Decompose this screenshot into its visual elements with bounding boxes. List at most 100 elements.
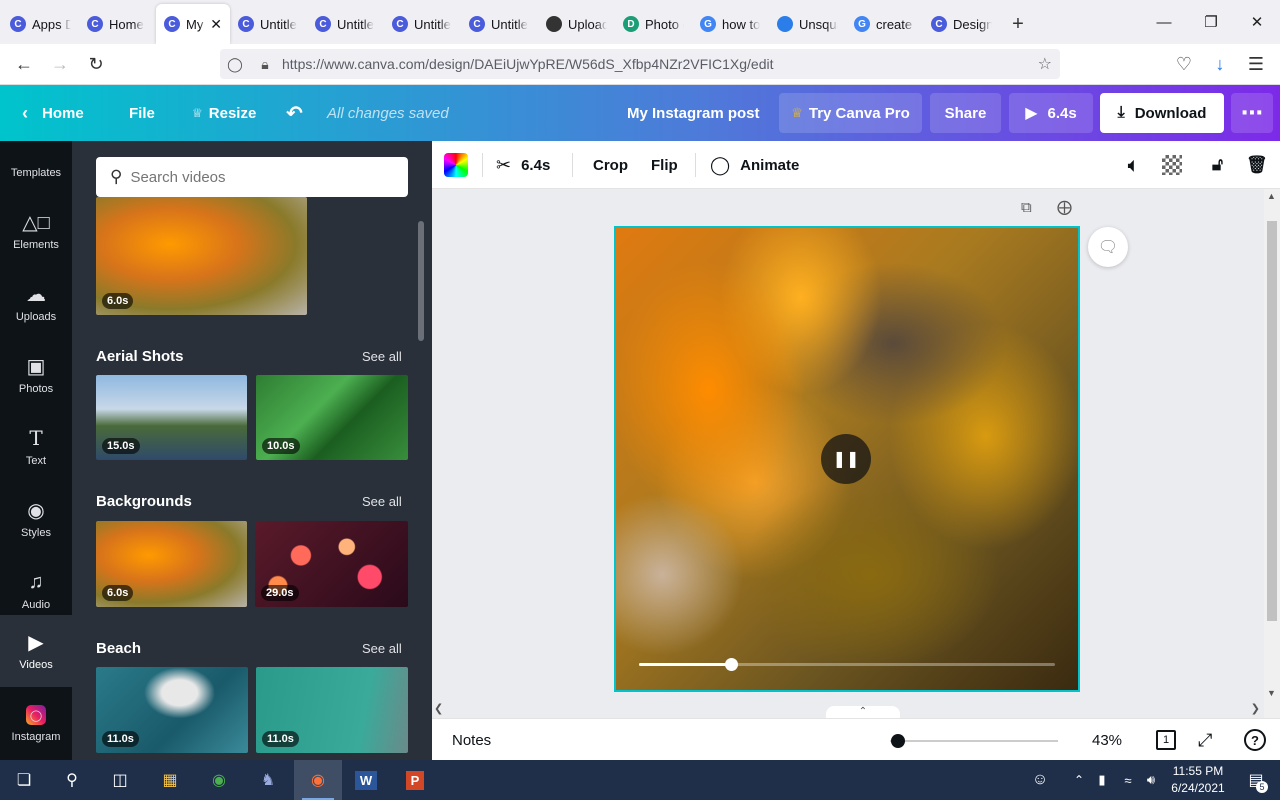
design-title[interactable]: My Instagram post [627,85,760,141]
scroll-left-icon[interactable]: ❮ [434,702,443,715]
download-button[interactable]: ⤓ Download [1100,93,1224,133]
windows-start-icon[interactable]: ❏ [0,760,48,800]
wifi-icon[interactable]: ≈ [1116,760,1140,800]
zoom-slider[interactable] [890,734,1058,748]
animate-button[interactable]: ◯ Animate [710,141,799,189]
file-menu-button[interactable]: File [129,85,155,141]
page-count-button[interactable]: 1 [1156,719,1176,761]
trash-icon[interactable]: 🗑︎ [1246,141,1268,189]
close-tab-icon[interactable]: ✕ [210,16,222,33]
menu-icon[interactable]: ☰ [1238,48,1274,80]
trim-button[interactable]: ✂ 6.4s [496,141,550,189]
file-explorer-icon[interactable]: ▦ [146,760,194,800]
undo-icon[interactable]: ↶ [286,85,303,141]
bookmark-star-icon[interactable]: ☆ [1038,54,1052,74]
scroll-thumb[interactable] [1267,221,1277,621]
see-all-beach[interactable]: See all [362,641,402,656]
downloads-icon[interactable]: ↓ [1202,48,1238,80]
play-button[interactable]: ▶ 6.4s [1009,93,1093,133]
zoom-slider-handle[interactable] [891,734,906,748]
chrome-icon[interactable]: ◉ [195,760,243,800]
browser-tab[interactable]: C Untitle [461,4,538,44]
search-icon[interactable]: ⚲ [48,760,96,800]
lock-icon[interactable]: 🔒︎ [250,56,280,73]
notes-button[interactable]: Notes [452,719,491,761]
browser-tab[interactable]: Upload [538,4,615,44]
rail-item-videos[interactable]: ▶ Videos [0,615,72,687]
add-page-icon[interactable]: ⨁ [1057,198,1072,216]
video-thumbnail[interactable]: 6.0s [96,521,247,607]
rail-item-elements[interactable]: △□ Elements [0,195,72,267]
color-button[interactable] [444,141,468,189]
lock-icon[interactable]: 🔓︎ [1212,141,1223,189]
search-input[interactable] [130,168,391,186]
browser-tab[interactable]: C Apps D [2,4,79,44]
powerpoint-icon[interactable]: P [391,760,439,800]
video-thumbnail[interactable]: 11.0s [96,667,248,753]
browser-tab[interactable]: C Design [923,4,1000,44]
video-thumbnail[interactable]: 15.0s [96,375,247,460]
duplicate-page-icon[interactable]: ⧉ [1021,199,1032,216]
browser-tab[interactable]: Ghow to [692,4,769,44]
scroll-right-icon[interactable]: ❯ [1251,702,1260,715]
video-thumbnail[interactable]: 29.0s [255,521,408,607]
browser-tab[interactable]: C Untitle [307,4,384,44]
people-icon[interactable]: ☺ [1020,760,1060,800]
video-progress-handle[interactable] [724,658,738,671]
transparency-icon[interactable] [1162,141,1182,189]
close-window-button[interactable]: ✕ [1234,0,1280,44]
minimize-button[interactable]: — [1141,0,1187,44]
word-icon[interactable]: W [342,760,390,800]
video-thumbnail[interactable]: 11.0s [256,667,408,753]
task-view-icon[interactable]: ◫ [96,760,144,800]
browser-tab[interactable]: C Home [79,4,156,44]
zoom-level[interactable]: 43% [1092,719,1122,761]
forward-icon[interactable]: → [42,48,78,80]
volume-icon[interactable]: 🔈︎ [1128,141,1139,189]
video-thumbnail[interactable]: 6.0s [96,197,307,315]
video-thumbnail[interactable]: 10.0s [256,375,408,460]
crop-button[interactable]: Crop [593,141,628,189]
rail-item-styles[interactable]: ◉ Styles [0,483,72,555]
notifications-icon[interactable]: ▤ 5 [1236,760,1276,800]
browser-tab[interactable]: Gcreate a [846,4,923,44]
browser-tab[interactable]: Unsqua [769,4,846,44]
share-button[interactable]: Share [930,93,1001,133]
browser-tab[interactable]: C Untitle [384,4,461,44]
scroll-up-icon[interactable]: ▲ [1267,191,1276,201]
canvas-vertical-scrollbar[interactable]: ▲ ▼ [1264,189,1280,718]
rail-item-uploads[interactable]: ☁ Uploads [0,267,72,339]
reload-icon[interactable]: ↻ [78,48,114,80]
volume-icon[interactable]: 🔊︎ [1140,760,1162,800]
url-text[interactable]: https://www.canva.com/design/DAEiUjwYpRE… [282,56,774,72]
system-clock[interactable]: 11:55 PM 6/24/2021 [1160,763,1236,797]
browser-tab[interactable]: D Photo c [615,4,692,44]
more-options-button[interactable]: ⋯ [1231,93,1273,133]
video-progress-track[interactable] [639,658,1055,671]
tray-chevron-icon[interactable]: ⌃ [1068,760,1090,800]
shield-icon[interactable]: ◯ [220,56,250,73]
see-all-aerial[interactable]: See all [362,349,402,364]
new-tab-button[interactable]: + [1000,4,1036,44]
pause-button[interactable]: ❚❚ [821,434,871,484]
see-all-backgrounds[interactable]: See all [362,494,402,509]
add-comment-button[interactable]: 🗨︎ [1088,227,1128,267]
help-button[interactable]: ? [1244,719,1266,761]
panel-scrollbar[interactable] [418,221,424,341]
rail-item-text[interactable]: T Text [0,411,72,483]
back-icon[interactable]: ← [6,48,42,80]
browser-tab[interactable]: C Untitle [230,4,307,44]
battery-icon[interactable]: ▮ [1090,760,1114,800]
flip-button[interactable]: Flip [651,141,678,189]
resize-button[interactable]: ♕ Resize [192,85,256,141]
rail-item-photos[interactable]: ▣ Photos [0,339,72,411]
url-bar[interactable]: ◯ 🔒︎ https://www.canva.com/design/DAEiUj… [220,49,1060,79]
firefox-icon[interactable]: ◉ [294,760,342,800]
rail-item-instagram[interactable]: ◯ Instagram [0,688,72,760]
search-box[interactable]: ⚲ [96,157,408,197]
rail-item-templates[interactable]: Templates [0,123,72,195]
try-canva-pro-button[interactable]: ♕ Try Canva Pro [779,93,922,133]
maximize-button[interactable]: ❐ [1188,0,1234,44]
browser-tab[interactable]: C My I✕ [156,4,230,44]
fullscreen-icon[interactable]: ⤢ [1198,719,1212,761]
